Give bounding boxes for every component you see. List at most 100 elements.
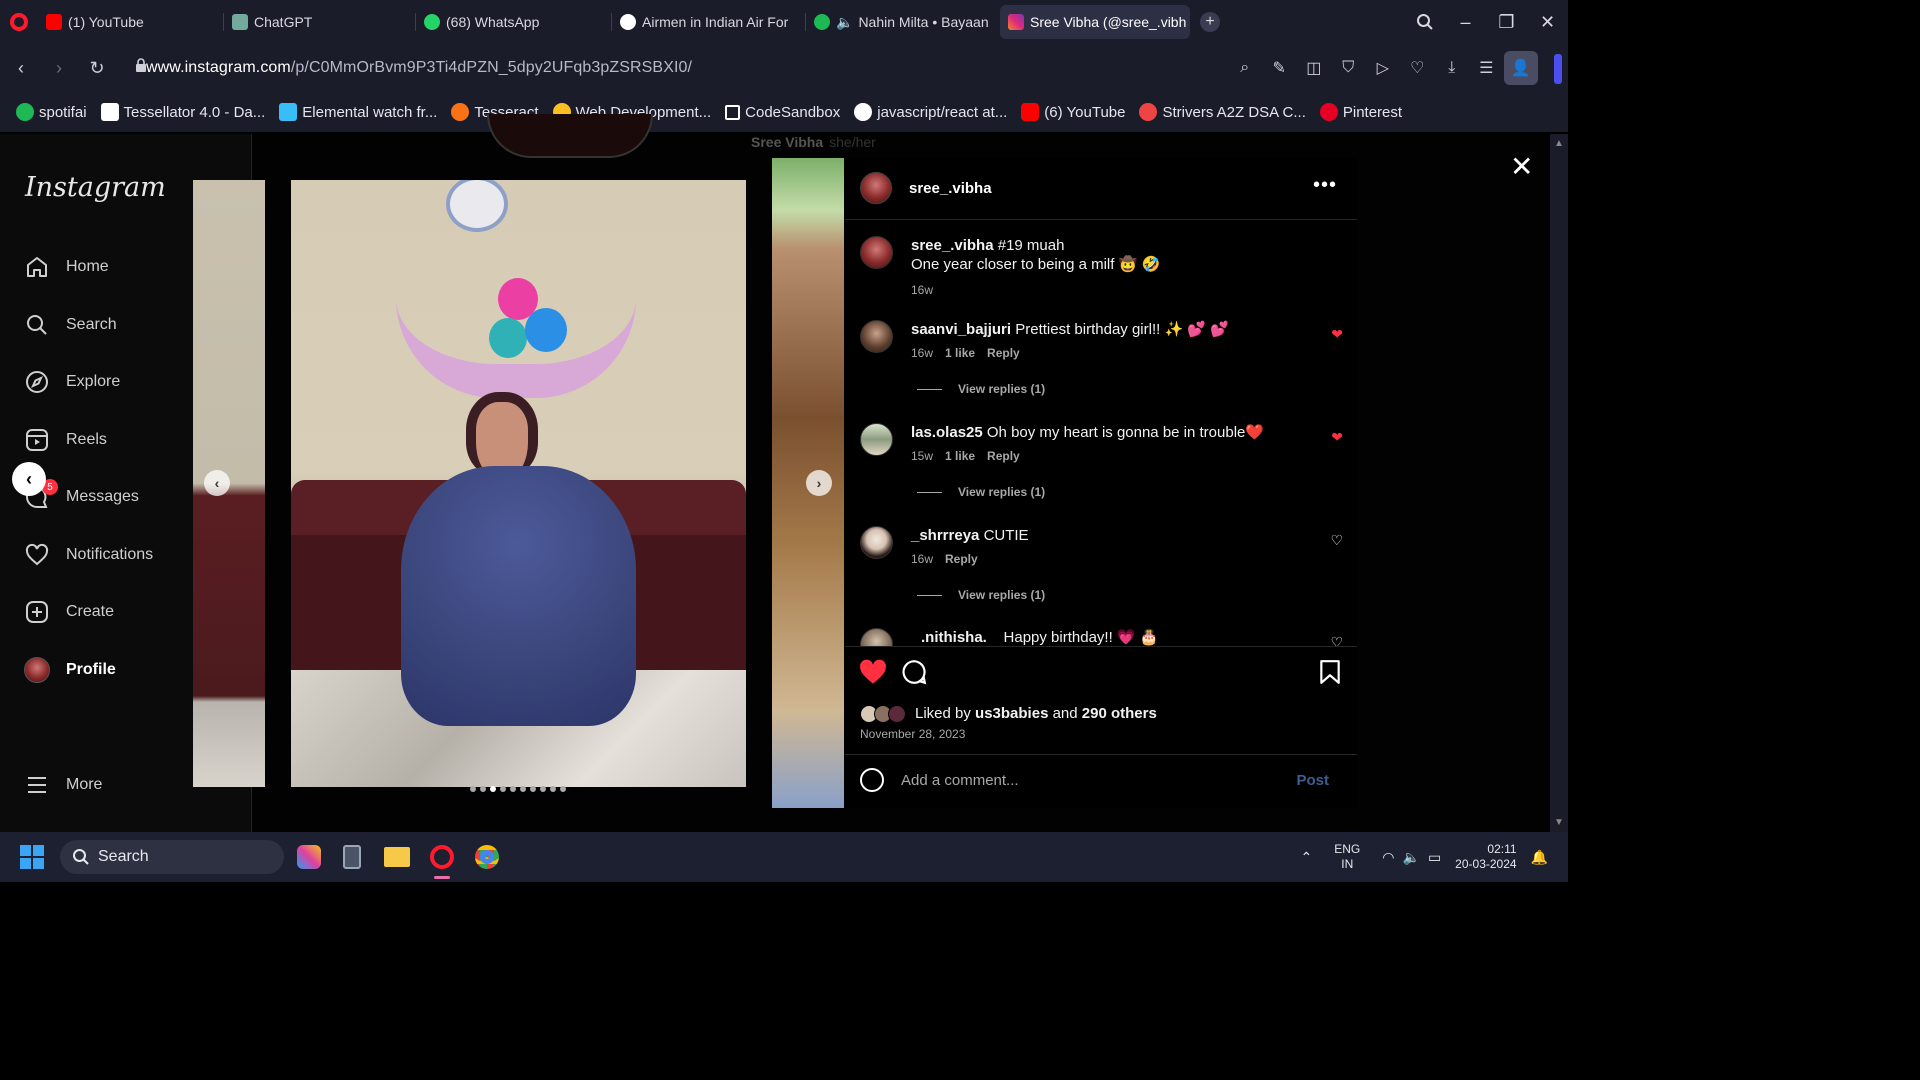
download-icon[interactable]: ⤓	[1435, 51, 1470, 85]
view-replies-button[interactable]: View replies (1)	[917, 382, 1045, 396]
comment-icon[interactable]	[901, 659, 927, 692]
commenter-username[interactable]: _shrrreya	[911, 527, 979, 544]
author-avatar[interactable]	[860, 172, 892, 204]
bookmark-youtube[interactable]: (6) YouTube	[1021, 103, 1125, 121]
commenter-username[interactable]: saanvi_bajjuri	[911, 321, 1011, 338]
comment-like-heart-icon[interactable]: ❤	[1331, 326, 1343, 343]
previous-post-button[interactable]: ‹	[12, 462, 46, 496]
commenter-avatar[interactable]	[860, 526, 893, 559]
tab-youtube[interactable]: (1) YouTube	[38, 5, 224, 39]
bookmark-tessellator[interactable]: Tessellator 4.0 - Da...	[100, 103, 265, 121]
nav-profile[interactable]: Profile	[24, 657, 116, 683]
nav-search[interactable]: Search	[24, 312, 117, 338]
easy-setup-icon[interactable]: ☰	[1469, 51, 1504, 85]
opera-menu-button[interactable]	[0, 0, 38, 44]
tab-instagram[interactable]: Sree Vibha (@sree_.vibh	[1000, 5, 1190, 39]
page-scrollbar[interactable]: ▲ ▼	[1550, 134, 1568, 832]
lens-icon[interactable]: ⌕	[1228, 51, 1263, 85]
nav-explore[interactable]: Explore	[24, 369, 120, 395]
liked-by-user[interactable]: us3babies	[975, 705, 1048, 722]
comment-like-heart-icon[interactable]: ❤	[1331, 429, 1343, 446]
forward-button[interactable]: ›	[40, 48, 78, 88]
emoji-icon[interactable]	[860, 768, 884, 792]
camera-icon[interactable]: ◫	[1297, 51, 1332, 85]
bookmark-spotifai[interactable]: spotifai	[16, 103, 87, 121]
tab-whatsapp[interactable]: (68) WhatsApp	[416, 5, 612, 39]
post-comment-button[interactable]: Post	[1296, 772, 1329, 789]
commenter-avatar[interactable]	[860, 423, 893, 456]
back-button[interactable]: ‹	[2, 48, 40, 88]
bookmark-pinterest[interactable]: Pinterest	[1319, 103, 1402, 121]
instagram-logo[interactable]: Instagram	[25, 172, 166, 203]
background-pronouns: she/her	[829, 134, 876, 150]
commenter-username[interactable]: las.olas25	[911, 424, 983, 441]
file-explorer-icon[interactable]	[381, 841, 413, 873]
send-icon[interactable]: ▷	[1366, 51, 1401, 85]
comment-likes[interactable]: 1 like	[945, 346, 975, 360]
wifi-icon[interactable]: ◠	[1382, 849, 1394, 866]
carousel-prev-button[interactable]: ‹	[204, 470, 230, 496]
liked-by-text[interactable]: Liked by us3babies and 290 others	[915, 705, 1157, 722]
speaker-icon[interactable]: 🔈	[836, 14, 853, 31]
close-window-button[interactable]: ✕	[1527, 0, 1568, 44]
comment-like-heart-icon[interactable]: ♡	[1330, 532, 1343, 549]
nav-home[interactable]: Home	[24, 254, 109, 280]
sidebar-toggle[interactable]	[1554, 54, 1562, 84]
reply-button[interactable]: Reply	[987, 449, 1020, 463]
nav-more[interactable]: More	[24, 772, 102, 798]
language-indicator[interactable]: ENG IN	[1334, 842, 1360, 872]
volume-icon[interactable]: 🔈	[1403, 849, 1420, 866]
commenter-avatar[interactable]	[860, 320, 893, 353]
url-path: /p/C0MmOrBvm9P3Ti4dPZN_5dpy2UFqb3pZSRSBX…	[290, 59, 693, 76]
heart-icon[interactable]: ♡	[1400, 51, 1435, 85]
like-heart-icon[interactable]	[859, 659, 887, 692]
nav-notifications[interactable]: Notifications	[24, 542, 153, 568]
more-options-button[interactable]: •••	[1313, 174, 1337, 197]
bookmark-strivers[interactable]: Strivers A2Z DSA C...	[1139, 103, 1306, 121]
copilot-icon[interactable]	[293, 841, 325, 873]
view-replies-button[interactable]: View replies (1)	[917, 485, 1045, 499]
comment-likes[interactable]: 1 like	[945, 449, 975, 463]
reply-button[interactable]: Reply	[945, 552, 978, 566]
profile-icon[interactable]: 👤	[1503, 51, 1538, 85]
comment-input[interactable]: Add a comment...	[901, 772, 1019, 789]
comment-like-heart-icon[interactable]: ♡	[1330, 634, 1343, 646]
chevron-up-icon[interactable]: ⌃	[1301, 849, 1313, 866]
new-tab-button[interactable]: +	[1200, 12, 1220, 32]
clock[interactable]: 02:11 20-03-2024	[1455, 842, 1516, 872]
notification-bell-icon[interactable]: 🔔	[1531, 849, 1548, 866]
close-icon[interactable]: ✕	[1510, 150, 1533, 183]
bookmark-codesandbox[interactable]: CodeSandbox	[725, 104, 840, 121]
liked-by-others[interactable]: 290 others	[1082, 705, 1157, 722]
caption-username[interactable]: sree_.vibha	[911, 237, 994, 254]
opera-taskbar-icon[interactable]	[426, 841, 458, 879]
commenter-username[interactable]: .nithisha.	[921, 629, 987, 646]
calculator-icon[interactable]	[336, 841, 368, 873]
bookmark-github[interactable]: javascript/react at...	[854, 103, 1007, 121]
view-replies-button[interactable]: View replies (1)	[917, 588, 1045, 602]
chrome-taskbar-icon[interactable]	[471, 841, 503, 873]
author-avatar[interactable]	[860, 236, 893, 269]
taskbar-search[interactable]: Search	[60, 840, 284, 874]
edit-icon[interactable]: ✎	[1262, 51, 1297, 85]
author-username[interactable]: sree_.vibha	[909, 180, 992, 197]
battery-icon[interactable]: ▭	[1428, 849, 1441, 866]
nav-reels[interactable]: Reels	[24, 427, 107, 453]
tab-chatgpt[interactable]: ChatGPT	[224, 5, 416, 39]
bookmark-icon[interactable]	[1319, 659, 1341, 692]
shield-icon[interactable]: ⛉	[1331, 51, 1366, 85]
reply-button[interactable]: Reply	[987, 346, 1020, 360]
nav-create[interactable]: Create	[24, 599, 114, 625]
commenter-avatar[interactable]	[860, 628, 893, 646]
windows-start-button[interactable]	[20, 845, 44, 869]
lock-icon[interactable]	[134, 58, 148, 72]
restore-button[interactable]: ❐	[1486, 0, 1527, 44]
tab-spotify[interactable]: 🔈 Nahin Milta • Bayaan	[806, 5, 1000, 39]
reload-button[interactable]: ↻	[78, 48, 116, 88]
tab-google[interactable]: Airmen in Indian Air For	[612, 5, 806, 39]
carousel-next-button[interactable]: ›	[806, 470, 832, 496]
minimize-button[interactable]: –	[1445, 0, 1486, 44]
url-field[interactable]: www.instagram.com/p/C0MmOrBvm9P3Ti4dPZN_…	[146, 59, 692, 77]
tab-search-icon[interactable]	[1404, 0, 1445, 44]
bookmark-elemental[interactable]: Elemental watch fr...	[279, 103, 437, 121]
